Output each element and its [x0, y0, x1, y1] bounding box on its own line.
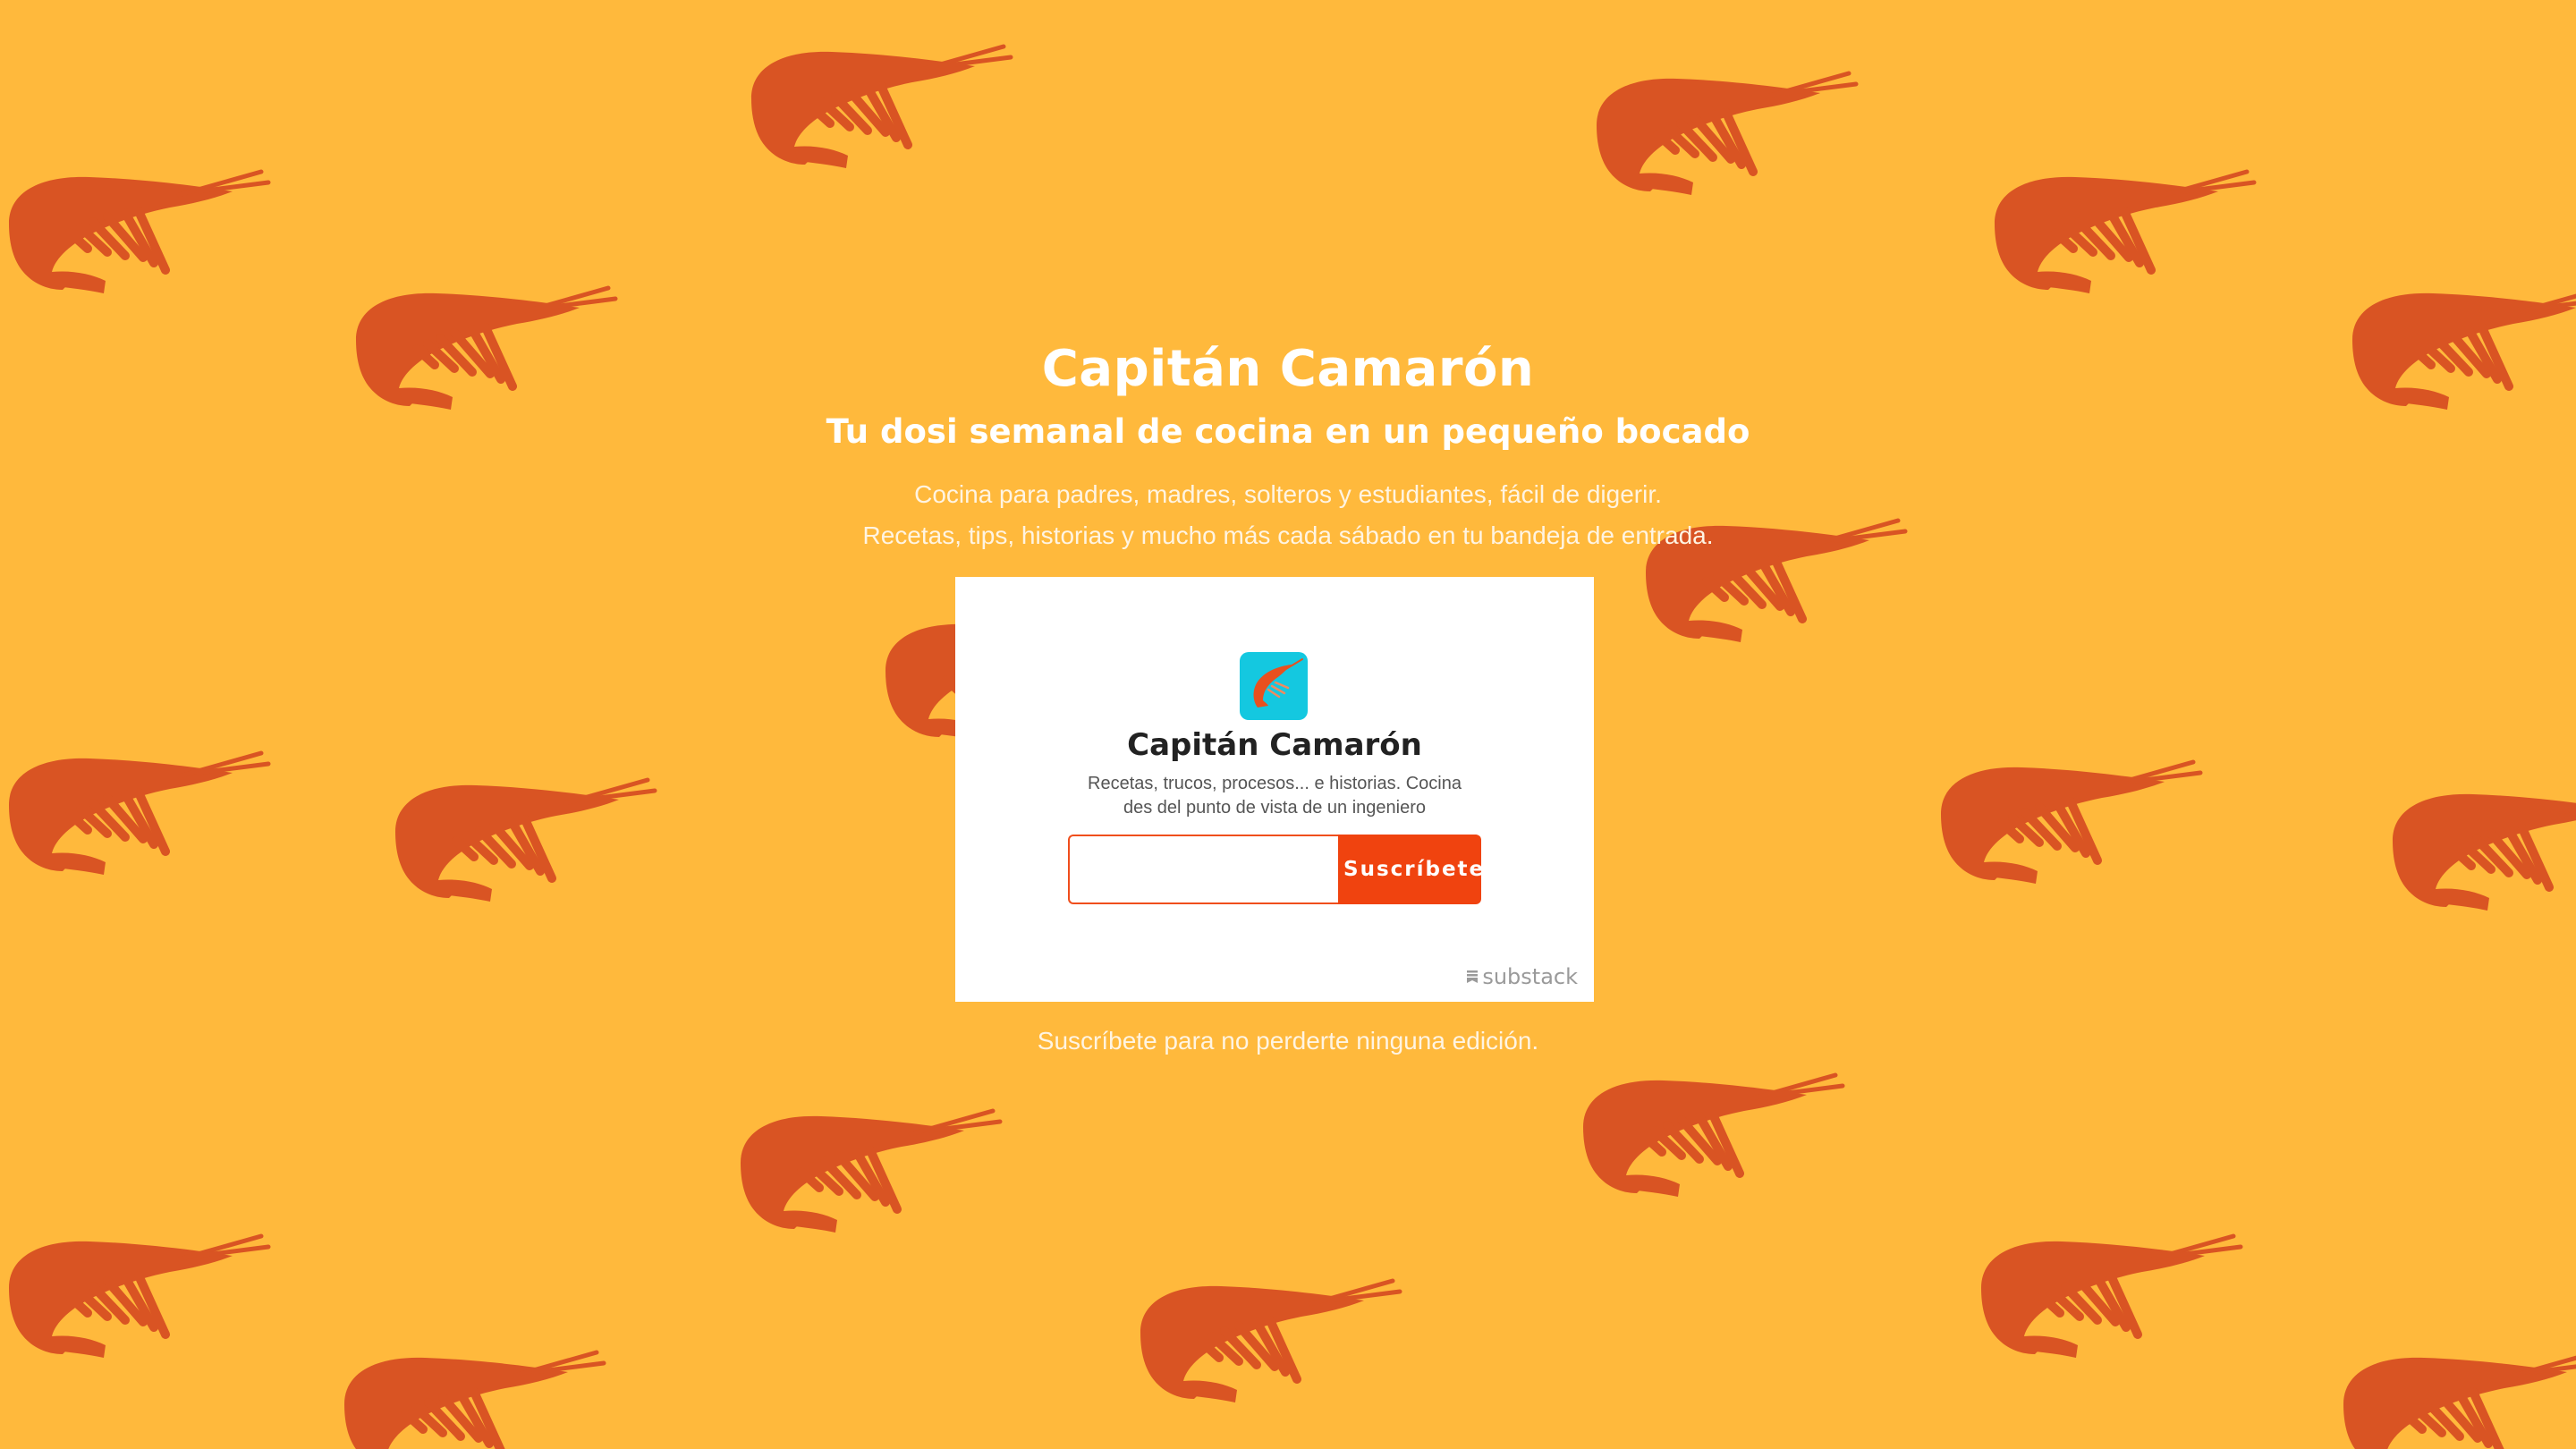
description-line-1: Cocina para padres, madres, solteros y e…: [914, 480, 1662, 508]
description-line-2: Recetas, tips, historias y mucho más cad…: [862, 521, 1714, 549]
substack-branding[interactable]: substack: [1466, 964, 1578, 989]
substack-logo-icon: [1467, 970, 1479, 983]
hero-section: Capitán Camarón Tu dosi semanal de cocin…: [0, 333, 2576, 556]
embed-title: Capitán Camarón: [1127, 727, 1422, 763]
page-description: Cocina para padres, madres, solteros y e…: [0, 474, 2576, 556]
substack-brand-text: substack: [1482, 964, 1578, 989]
embed-description-line-2: des del punto de vista de un ingeniero: [1123, 798, 1427, 818]
subscribe-form: Suscríbete: [1068, 835, 1483, 904]
email-input[interactable]: [1068, 835, 1338, 904]
embed-description-line-1: Recetas, trucos, procesos... e historias…: [1088, 774, 1462, 793]
subscribe-button[interactable]: Suscríbete: [1338, 835, 1483, 904]
shrimp-logo-icon: [1240, 652, 1308, 720]
subscribe-prompt: Suscríbete para no perderte ninguna edic…: [1037, 1027, 1539, 1055]
embed-description: Recetas, trucos, procesos... e historias…: [1080, 772, 1469, 820]
page-title: Capitán Camarón: [1041, 340, 1535, 398]
substack-embed-card: Capitán Camarón Recetas, trucos, proceso…: [955, 577, 1594, 1002]
page-subtitle: Tu dosi semanal de cocina en un pequeño …: [826, 412, 1750, 451]
